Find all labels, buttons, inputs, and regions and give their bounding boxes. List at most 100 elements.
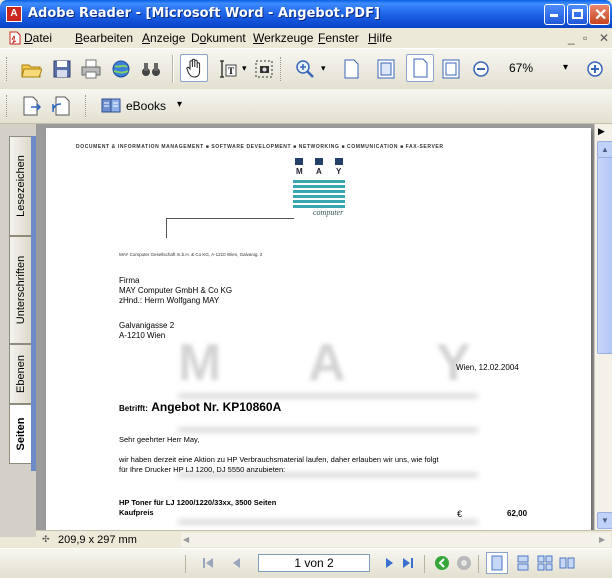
ebooks-button[interactable]: eBooks ▾: [97, 94, 187, 118]
document-view[interactable]: DOCUMENT & INFORMATION MANAGEMENT ■ SOFT…: [36, 124, 598, 530]
status-separator: [478, 555, 479, 573]
single-page-button[interactable]: [486, 552, 508, 574]
text-select-icon[interactable]: T: [216, 58, 238, 80]
hand-tool-button[interactable]: [180, 54, 208, 82]
go-back-icon[interactable]: [434, 555, 450, 571]
svg-text:T: T: [228, 66, 234, 76]
subject-line: Betrifft: Angebot Nr. KP10860A: [119, 400, 282, 414]
last-page-icon[interactable]: [400, 555, 416, 571]
salutation: Sehr geehrter Herr May,: [119, 435, 200, 444]
actual-size-icon[interactable]: [340, 58, 362, 80]
save-icon[interactable]: [51, 58, 73, 80]
scroll-left-arrow[interactable]: ◀: [183, 535, 189, 544]
doc-restore-button[interactable]: ▫: [583, 31, 587, 45]
window-title: Adobe Reader - [Microsoft Word - Angebot…: [28, 6, 380, 21]
recipient-city: A-1210 Wien: [119, 331, 166, 340]
watermark-stripe: [178, 394, 478, 398]
continuous-facing-icon[interactable]: [537, 555, 553, 571]
fit-page-icon[interactable]: [375, 58, 397, 80]
next-page-icon[interactable]: [382, 555, 398, 571]
maximize-button[interactable]: [567, 4, 588, 25]
go-forward-icon[interactable]: [456, 555, 472, 571]
first-page-icon[interactable]: [200, 555, 216, 571]
fit-width-button[interactable]: [406, 54, 434, 82]
logo-rule: [166, 218, 167, 238]
menu-werkzeuge[interactable]: Werkzeuge: [253, 31, 313, 45]
status-bar: 1 von 2: [0, 548, 612, 578]
search-binoculars-icon[interactable]: [140, 58, 162, 80]
main-toolbar: T ▾ ▾ 67% ▾: [0, 48, 612, 90]
page-export-icon[interactable]: [20, 95, 42, 117]
menu-fenster[interactable]: Fenster: [318, 31, 359, 45]
secondary-toolbar: eBooks ▾: [0, 89, 612, 124]
watermark-stripe: [178, 428, 478, 432]
recipient-company-name: MAY Computer GmbH & Co KG: [119, 286, 233, 295]
zoom-in-icon[interactable]: [294, 58, 316, 80]
doc-close-button[interactable]: ✕: [599, 31, 609, 45]
email-globe-icon[interactable]: [110, 58, 132, 80]
pdf-document-icon: [9, 31, 21, 45]
ebooks-dropdown-arrow: ▾: [177, 99, 183, 110]
continuous-icon[interactable]: [515, 555, 531, 571]
ebook-icon: [101, 98, 121, 113]
previous-page-icon[interactable]: [228, 555, 244, 571]
fit-visible-icon[interactable]: [440, 58, 462, 80]
body-line-2: für Ihre Drucker HP LJ 1200, DJ 5550 anz…: [119, 465, 286, 474]
body-line-1: wir haben derzeit eine Aktion zu HP Verb…: [119, 455, 439, 464]
vertical-scroll-thumb[interactable]: [597, 157, 612, 354]
minimize-button[interactable]: [544, 4, 565, 25]
doc-minimize-button[interactable]: _: [568, 31, 575, 45]
single-page-icon: [491, 555, 503, 571]
page-import-icon[interactable]: [50, 95, 72, 117]
watermark-a: A: [308, 334, 346, 392]
recipient-attention: zHnd.: Herrn Wolfgang MAY: [119, 296, 220, 305]
toolbar-grip: [85, 95, 89, 117]
sender-line: MAY Computer Gesellschaft m.b.H. & Co KG…: [119, 252, 263, 257]
pane-menu-arrow[interactable]: ▶: [598, 126, 605, 137]
logo-computer-wordmark: computer: [313, 208, 344, 217]
zoom-out-icon[interactable]: [470, 58, 492, 80]
recipient-street: Galvanigasse 2: [119, 321, 175, 330]
split-handle-icon[interactable]: ✣: [42, 534, 50, 545]
product-name: HP Toner für LJ 1200/1220/33xx, 3500 Sei…: [119, 498, 277, 507]
page-size-value: 209,9 x 297 mm: [58, 534, 137, 546]
facing-icon[interactable]: [559, 555, 575, 571]
tab-seiten[interactable]: Seiten: [9, 404, 31, 464]
toolbar-grip: [6, 57, 10, 81]
logo-rule: [166, 218, 294, 219]
tab-unterschriften[interactable]: Unterschriften: [9, 236, 31, 344]
scroll-right-arrow[interactable]: ▶: [599, 535, 605, 544]
scroll-up-arrow[interactable]: ▲: [597, 141, 612, 158]
recipient-company-line: Firma: [119, 276, 140, 285]
may-computer-logo: M A Y computer: [293, 158, 345, 224]
menu-datei[interactable]: Datei: [24, 31, 52, 45]
snapshot-icon[interactable]: [253, 58, 275, 80]
letter-date: Wien, 12.02.2004: [456, 363, 519, 372]
watermark-m: M: [178, 334, 222, 392]
scroll-down-arrow[interactable]: ▼: [597, 512, 612, 529]
page-number-field[interactable]: 1 von 2: [258, 554, 370, 572]
status-separator: [185, 555, 186, 573]
horizontal-scrollbar[interactable]: ◀ ▶: [181, 533, 611, 547]
open-folder-icon[interactable]: [20, 58, 42, 80]
menu-anzeige[interactable]: Anzeige: [142, 31, 185, 45]
menu-hilfe[interactable]: Hilfe: [368, 31, 392, 45]
toolbar-grip: [6, 95, 10, 117]
print-icon[interactable]: [80, 58, 102, 80]
fit-width-icon: [413, 58, 428, 78]
zoom-dropdown-arrow[interactable]: ▾: [321, 63, 326, 74]
tab-lesezeichen[interactable]: Lesezeichen: [9, 136, 31, 236]
menu-dokument[interactable]: Dokument: [191, 31, 246, 45]
toolbar-separator: [172, 55, 174, 83]
zoom-level-value: 67%: [509, 61, 534, 75]
close-button[interactable]: ✕: [589, 4, 610, 25]
zoom-plus-icon[interactable]: [584, 58, 606, 80]
menu-bearbeiten[interactable]: Bearbeiten: [75, 31, 133, 45]
select-dropdown-arrow[interactable]: ▾: [242, 63, 247, 74]
price-currency: €: [457, 509, 463, 519]
letterhead-services: DOCUMENT & INFORMATION MANAGEMENT ■ SOFT…: [76, 144, 444, 150]
vertical-scrollbar[interactable]: ▶ ▲ ▼: [594, 124, 612, 530]
price-value: 62,00: [507, 509, 528, 518]
tab-ebenen[interactable]: Ebenen: [9, 344, 31, 404]
zoom-level-dropdown-arrow[interactable]: ▾: [563, 62, 568, 73]
